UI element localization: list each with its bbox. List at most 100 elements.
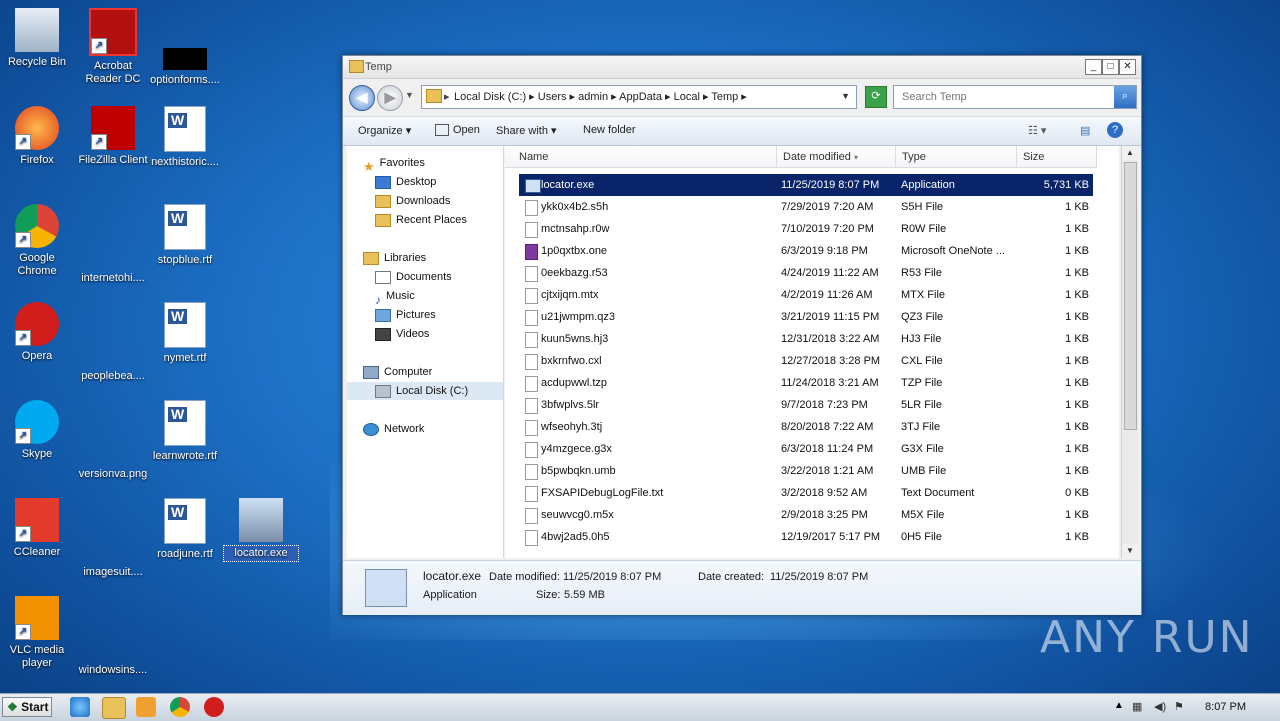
clock[interactable]: 8:07 PM	[1205, 701, 1246, 713]
column-header-size[interactable]: Size	[1017, 146, 1097, 168]
desktop-icon-item[interactable]: ↗ Acrobat Reader DC	[76, 8, 150, 86]
file-row[interactable]: cjtxijqm.mtx 4/2/2019 11:26 AM MTX File 1 K…	[519, 284, 1093, 306]
desktop-icon-item[interactable]: ↗ VLC media player	[0, 596, 74, 670]
file-row[interactable]: mctnsahp.r0w 7/10/2019 7:20 PM R0W File 1 K…	[519, 218, 1093, 240]
desktop-icon-item[interactable]: Wstopblue.rtf	[148, 204, 222, 267]
back-icon[interactable]: ◀	[349, 85, 375, 111]
new-folder-button[interactable]: New folder	[583, 124, 636, 136]
column-header-type[interactable]: Type	[896, 146, 1017, 168]
desktop-icon-item[interactable]: Wroadjune.rtf	[148, 498, 222, 561]
file-row[interactable]: 1p0qxtbx.one 6/3/2019 9:18 PM Microsoft On…	[519, 240, 1093, 262]
desktop-icon-label: Google Chrome	[17, 252, 57, 277]
action-center-flag-icon[interactable]: ⚑	[1174, 700, 1184, 713]
file-icon	[525, 266, 538, 282]
breadcrumb-item[interactable]: AppData	[619, 91, 662, 103]
show-hidden-icons-icon[interactable]: ▲	[1114, 700, 1124, 711]
desktop-icon-item[interactable]: ↗ FileZilla Client	[76, 106, 150, 167]
organize-button[interactable]: Organize ▾	[358, 124, 411, 137]
scroll-down-icon[interactable]: ▼	[1122, 544, 1138, 558]
desktop-icon-item[interactable]: internetohi....	[76, 224, 150, 285]
desktop-icon-item[interactable]: Wlearnwrote.rtf	[148, 400, 222, 463]
file-row[interactable]: locator.exe 11/25/2019 8:07 PM Application…	[519, 174, 1093, 196]
forward-icon[interactable]: ▶	[377, 85, 403, 111]
opera-taskbar-icon[interactable]	[204, 697, 224, 717]
breadcrumb-item[interactable]: Local	[674, 91, 700, 103]
help-icon[interactable]: ?	[1107, 122, 1123, 138]
search-input[interactable]	[900, 90, 1104, 104]
media-player-icon[interactable]	[136, 697, 156, 717]
details-pane: locator.exe Date modified: 11/25/2019 8:…	[343, 560, 1141, 615]
nav-libraries[interactable]: Libraries	[363, 249, 519, 267]
nav-computer[interactable]: Computer	[363, 363, 519, 381]
breadcrumb-item[interactable]: Local Disk (C:)	[454, 91, 526, 103]
desktop-icon-item[interactable]: Recycle Bin	[0, 8, 74, 69]
desktop-icon-item[interactable]: locator.exe	[223, 498, 299, 562]
desktop-icon-item[interactable]: ↗ CCleaner	[0, 498, 74, 559]
file-row[interactable]: kuun5wns.hj3 12/31/2018 3:22 AM HJ3 File 1 …	[519, 328, 1093, 350]
breadcrumb-item[interactable]: admin	[578, 91, 608, 103]
file-row[interactable]: 3bfwplvs.5lr 9/7/2018 7:23 PM 5LR File 1 KB	[519, 394, 1093, 416]
desktop-icon-item[interactable]: ↗ Google Chrome	[0, 204, 74, 278]
column-header-name[interactable]: Name	[505, 146, 777, 168]
desktop-icon-item[interactable]: Wnymet.rtf	[148, 302, 222, 365]
maximize-button[interactable]: □	[1102, 59, 1119, 75]
refresh-icon[interactable]: ⟳	[865, 86, 887, 108]
desktop-icon-item[interactable]: imagesuit....	[76, 518, 150, 579]
ccleaner-icon: ↗	[15, 498, 59, 542]
file-row[interactable]: 0eekbazg.r53 4/24/2019 11:22 AM R53 File 1 …	[519, 262, 1093, 284]
search-icon[interactable]: ⌕	[1114, 86, 1136, 108]
chrome-taskbar-icon[interactable]	[170, 697, 190, 717]
start-label: Start	[21, 700, 49, 714]
nav-local-disk[interactable]: Local Disk (C:)	[347, 382, 503, 400]
nav-network[interactable]: Network	[363, 420, 519, 438]
minimize-button[interactable]: _	[1085, 59, 1102, 75]
breadcrumb-item[interactable]: Users	[538, 91, 567, 103]
view-options-icon[interactable]: ☷ ▾	[1028, 124, 1046, 137]
nav-favorites[interactable]: ★ Favorites	[363, 154, 519, 174]
explorer-taskbar-icon[interactable]	[102, 697, 126, 719]
desktop-icon-item[interactable]: windowsins....	[76, 616, 150, 677]
scrollbar-thumb[interactable]	[1124, 162, 1137, 430]
file-row[interactable]: seuwvcg0.m5x 2/9/2018 3:25 PM M5X File 1 KB	[519, 504, 1093, 526]
internet-explorer-icon[interactable]	[70, 697, 90, 717]
file-row[interactable]: y4mzgece.g3x 6/3/2018 11:24 PM G3X File 1 K…	[519, 438, 1093, 460]
recent-pages-chevron-icon[interactable]: ▼	[405, 90, 414, 100]
address-dropdown-icon[interactable]: ▼	[841, 91, 850, 101]
file-row[interactable]: FXSAPIDebugLogFile.txt 3/2/2018 9:52 AM Te…	[519, 482, 1093, 504]
file-icon	[525, 508, 538, 524]
desktop-icon-item[interactable]: ↗ Skype	[0, 400, 74, 461]
file-type: R0W File	[901, 223, 947, 235]
address-bar[interactable]: ▸ Local Disk (C:) ▸ Users ▸ admin ▸ AppD…	[421, 85, 857, 109]
open-label: Open	[453, 124, 480, 136]
column-header-date[interactable]: Date modified ▾	[777, 146, 896, 168]
volume-icon[interactable]: ◀)	[1154, 700, 1166, 713]
desktop-icon-label: windowsins....	[78, 664, 148, 676]
share-with-button[interactable]: Share with ▾	[496, 124, 557, 137]
vertical-scrollbar[interactable]: ▲ ▼	[1121, 146, 1138, 558]
file-row[interactable]: wfseohyh.3tj 8/20/2018 7:22 AM 3TJ File 1 K…	[519, 416, 1093, 438]
file-date: 11/25/2019 8:07 PM	[781, 179, 880, 191]
file-row[interactable]: 4bwj2ad5.0h5 12/19/2017 5:17 PM 0H5 File 1 …	[519, 526, 1093, 548]
start-button[interactable]: ❖ Start	[2, 697, 52, 717]
desktop-icon-item[interactable]: Wnexthistoric....	[148, 106, 222, 169]
desktop-icon-item[interactable]: peoplebea....	[76, 322, 150, 383]
desktop-icon-item[interactable]: optionforms....	[148, 28, 222, 87]
close-button[interactable]: ✕	[1119, 59, 1136, 75]
breadcrumb-item[interactable]: Temp	[711, 91, 738, 103]
preview-pane-icon[interactable]: ▤	[1080, 124, 1090, 137]
title-bar[interactable]: Temp _ □ ✕	[343, 56, 1141, 79]
word-logo-icon: W	[168, 309, 188, 324]
file-row[interactable]: bxkrnfwo.cxl 12/27/2018 3:28 PM CXL File 1 …	[519, 350, 1093, 372]
scroll-up-icon[interactable]: ▲	[1122, 146, 1138, 160]
chevron-right-icon: ▸	[444, 91, 450, 103]
open-button[interactable]: Open	[435, 124, 480, 137]
file-row[interactable]: acdupwwl.tzp 11/24/2018 3:21 AM TZP File 1 …	[519, 372, 1093, 394]
desktop-icon-item[interactable]: ↗ Firefox	[0, 106, 74, 167]
file-size: 1 KB	[1065, 355, 1089, 367]
desktop-icon-item[interactable]: versionva.png	[76, 420, 150, 481]
desktop-icon-item[interactable]: ↗ Opera	[0, 302, 74, 363]
file-row[interactable]: b5pwbqkn.umb 3/22/2018 1:21 AM UMB File 1 K…	[519, 460, 1093, 482]
file-row[interactable]: u21jwmpm.qz3 3/21/2019 11:15 PM QZ3 File 1 …	[519, 306, 1093, 328]
file-row[interactable]: ykk0x4b2.s5h 7/29/2019 7:20 AM S5H File 1 K…	[519, 196, 1093, 218]
network-tray-icon[interactable]: ▦	[1132, 700, 1142, 713]
